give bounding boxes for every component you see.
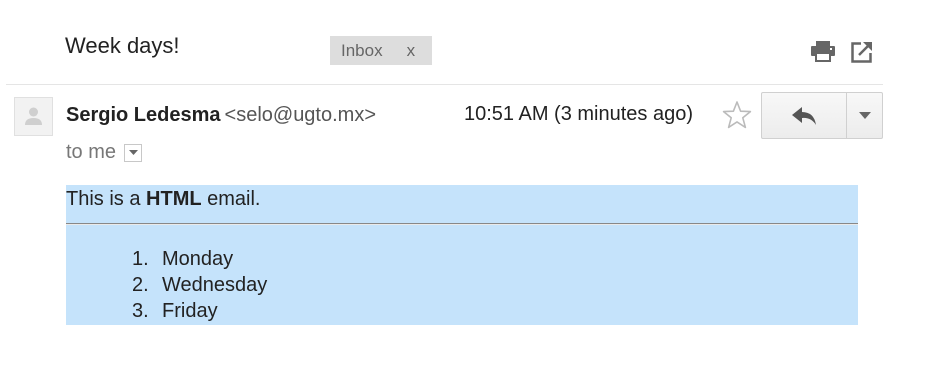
reply-icon [792, 106, 816, 125]
more-actions-button[interactable] [847, 93, 882, 138]
list-item-text: Wednesday [162, 274, 268, 296]
inbox-label-chip[interactable]: Inbox x [330, 36, 432, 65]
chevron-down-icon [128, 150, 138, 155]
remove-label-button[interactable]: x [407, 41, 416, 61]
person-icon [25, 107, 42, 125]
list-item: 1. Monday [132, 246, 267, 272]
list-item: 3. Friday [132, 298, 267, 324]
list-item-text: Monday [162, 248, 234, 270]
recipient-text: to me [66, 141, 117, 163]
show-details-button[interactable] [124, 143, 143, 162]
email-view: Week days! Inbox x Sergio Ledesma <selo@u… [0, 0, 928, 377]
list-item: 2. Wednesday [132, 272, 267, 298]
sender-name[interactable]: Sergio Ledesma [66, 104, 221, 126]
sender-email: <selo@ugto.mx> [224, 104, 377, 126]
list-item-text: Friday [162, 300, 218, 322]
chevron-down-icon [858, 112, 871, 119]
email-timestamp: 10:51 AM (3 minutes ago) [464, 103, 694, 125]
horizontal-rule [66, 223, 858, 225]
list-item-number: 3. [132, 300, 149, 322]
body-intro: This is a HTML email. [66, 188, 260, 211]
intro-text-end: email. [201, 188, 261, 210]
list-item-number: 1. [132, 248, 149, 270]
new-window-icon[interactable] [851, 40, 874, 63]
intro-bold-text: HTML [146, 188, 202, 210]
reply-button[interactable] [762, 93, 847, 138]
intro-text: This is a [66, 188, 147, 210]
label-text: Inbox [341, 40, 383, 60]
print-icon[interactable] [810, 40, 836, 62]
sender-info: Sergio Ledesma <selo@ugto.mx> [66, 104, 376, 127]
list-item-number: 2. [132, 274, 149, 296]
email-subject: Week days! [65, 33, 180, 58]
email-body: This is a HTML email. 1. Monday 2. Wedne… [66, 185, 858, 325]
sender-avatar[interactable] [14, 97, 53, 136]
reply-button-group [761, 92, 883, 139]
header-divider [6, 84, 883, 85]
recipient-line: to me [66, 141, 143, 164]
star-icon[interactable] [722, 100, 752, 130]
weekday-list: 1. Monday 2. Wednesday 3. Friday [132, 246, 267, 324]
